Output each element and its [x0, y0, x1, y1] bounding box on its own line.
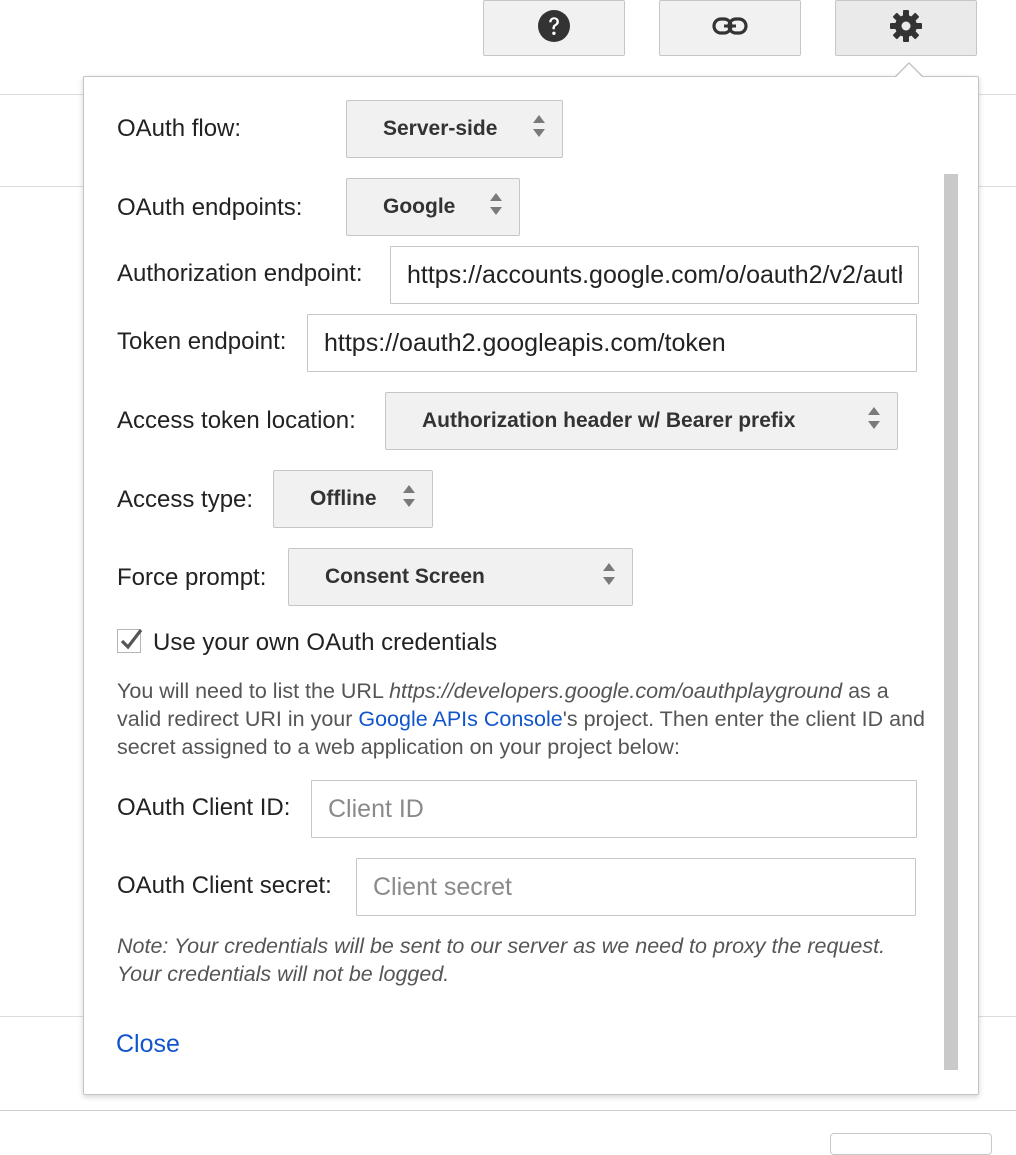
oauth-flow-label: OAuth flow: [117, 115, 242, 142]
client-id-input[interactable] [311, 780, 917, 838]
popup-caret-fill [895, 64, 923, 78]
token-endpoint-input[interactable] [307, 314, 917, 372]
oauth-endpoints-label: OAuth endpoints: [117, 194, 303, 221]
select-arrows-icon [532, 114, 546, 144]
help-button[interactable] [483, 0, 625, 56]
info-text: You will need to list the URL [117, 679, 390, 703]
access-token-location-label: Access token location: [117, 407, 356, 434]
client-id-label: OAuth Client ID: [117, 794, 291, 821]
access-type-select[interactable]: Offline [273, 470, 433, 528]
checkmark-icon [120, 627, 144, 658]
select-arrows-icon [489, 192, 503, 222]
client-secret-label: OAuth Client secret: [117, 872, 332, 899]
oauth-endpoints-value: Google [383, 195, 456, 218]
force-prompt-value: Consent Screen [325, 565, 485, 588]
settings-button[interactable] [835, 0, 977, 56]
credentials-note: Note: Your credentials will be sent to o… [117, 934, 886, 986]
close-link[interactable]: Close [116, 1030, 180, 1059]
access-token-location-value: Authorization header w/ Bearer prefix [422, 409, 796, 432]
link-icon [711, 15, 749, 42]
force-prompt-select[interactable]: Consent Screen [288, 548, 633, 606]
access-token-location-select[interactable]: Authorization header w/ Bearer prefix [385, 392, 898, 450]
redirect-url: https://developers.google.com/oauthplayg… [389, 679, 843, 703]
client-secret-input[interactable] [356, 858, 916, 916]
google-apis-console-link[interactable]: Google APIs Console [358, 707, 562, 731]
select-arrows-icon [602, 562, 616, 592]
background-divider [0, 1110, 1016, 1111]
authorization-endpoint-input[interactable] [390, 246, 919, 304]
access-type-label: Access type: [117, 486, 254, 513]
authorization-endpoint-label: Authorization endpoint: [117, 260, 363, 287]
oauth-flow-value: Server-side [383, 117, 498, 140]
gear-icon [889, 9, 923, 48]
force-prompt-label: Force prompt: [117, 564, 267, 591]
question-circle-icon [537, 9, 571, 48]
background-button[interactable] [830, 1133, 992, 1155]
own-credentials-checkbox[interactable] [117, 629, 143, 653]
oauth-flow-select[interactable]: Server-side [346, 100, 563, 158]
token-endpoint-label: Token endpoint: [117, 328, 287, 355]
oauth-endpoints-select[interactable]: Google [346, 178, 520, 236]
select-arrows-icon [867, 406, 881, 436]
redirect-uri-info: You will need to list the URL https://de… [117, 677, 937, 761]
own-credentials-label: Use your own OAuth credentials [153, 629, 498, 656]
access-type-value: Offline [310, 487, 377, 510]
link-button[interactable] [659, 0, 801, 56]
popup-scrollbar[interactable] [944, 174, 958, 1070]
select-arrows-icon [402, 484, 416, 514]
